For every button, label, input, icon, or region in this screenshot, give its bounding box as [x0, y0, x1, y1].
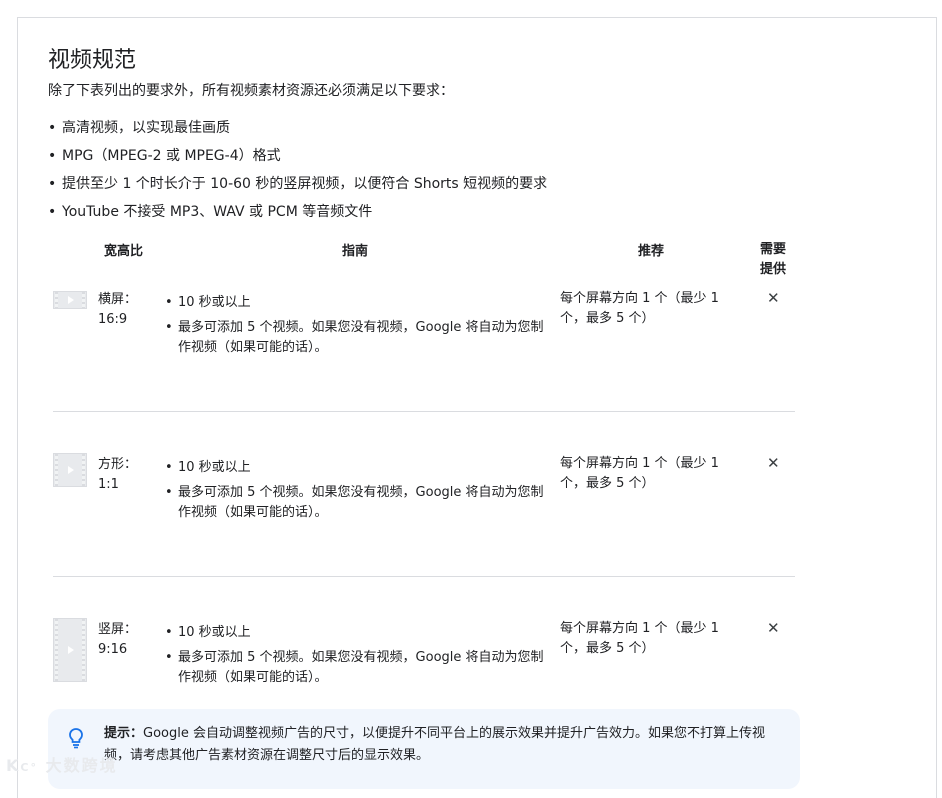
requirement-item: • MPG（MPEG-2 或 MPEG-4）格式 [48, 148, 281, 164]
guide-list: 10 秒或以上 最多可添加 5 个视频。如果您没有视频，Google 将自动为您… [165, 458, 550, 523]
close-icon: ✕ [767, 289, 780, 307]
video-thumbnail-portrait-icon [53, 618, 87, 682]
page-title: 视频规范 [48, 48, 137, 73]
tip-label: 提示： [104, 726, 144, 741]
guide-item: 最多可添加 5 个视频。如果您没有视频，Google 将自动为您制作视频（如果可… [165, 318, 550, 358]
recommend-text: 每个屏幕方向 1 个（最少 1 个，最多 5 个） [560, 291, 719, 326]
column-header-guide: 指南 [342, 244, 369, 259]
column-header-recommend: 推荐 [638, 244, 665, 259]
video-thumbnail-square-icon [53, 453, 87, 487]
recommend-text: 每个屏幕方向 1 个（最少 1 个，最多 5 个） [560, 456, 719, 491]
guide-item: 最多可添加 5 个视频。如果您没有视频，Google 将自动为您制作视频（如果可… [165, 483, 550, 523]
requirement-item: • 提供至少 1 个时长介于 10-60 秒的竖屏视频，以便符合 Shorts 短… [48, 176, 548, 192]
guide-item: 10 秒或以上 [165, 458, 550, 478]
column-header-ratio: 宽高比 [104, 244, 144, 259]
row-divider [53, 576, 795, 577]
guide-item: 10 秒或以上 [165, 293, 550, 313]
video-thumbnail-landscape-icon [53, 291, 87, 309]
requirement-item: • YouTube 不接受 MP3、WAV 或 PCM 等音频文件 [48, 204, 373, 220]
close-icon: ✕ [767, 454, 780, 472]
guide-list: 10 秒或以上 最多可添加 5 个视频。如果您没有视频，Google 将自动为您… [165, 623, 550, 688]
ratio-label: 横屏： 16:9 [98, 292, 138, 327]
watermark: KC° 大数跨境 [6, 756, 118, 775]
tip-text: 提示：Google 会自动调整视频广告的尺寸，以便提升不同平台上的展示效果并提升… [104, 723, 784, 767]
guide-list: 10 秒或以上 最多可添加 5 个视频。如果您没有视频，Google 将自动为您… [165, 293, 550, 358]
lightbulb-icon [69, 728, 83, 749]
guide-item: 10 秒或以上 [165, 623, 550, 643]
tip-body: Google 会自动调整视频广告的尺寸，以便提升不同平台上的展示效果并提升广告效… [104, 726, 765, 763]
guide-item: 最多可添加 5 个视频。如果您没有视频，Google 将自动为您制作视频（如果可… [165, 648, 550, 688]
recommend-text: 每个屏幕方向 1 个（最少 1 个，最多 5 个） [560, 621, 719, 656]
column-header-required: 需要 提供 [760, 242, 787, 277]
ratio-label: 方形： 1:1 [98, 457, 138, 492]
ratio-label: 竖屏： 9:16 [98, 622, 138, 657]
row-divider [53, 411, 795, 412]
requirement-item: • 高清视频，以实现最佳画质 [48, 120, 230, 136]
close-icon: ✕ [767, 619, 780, 637]
tip-box: 提示：Google 会自动调整视频广告的尺寸，以便提升不同平台上的展示效果并提升… [48, 709, 800, 789]
intro-text: 除了下表列出的要求外，所有视频素材资源还必须满足以下要求： [48, 83, 454, 99]
